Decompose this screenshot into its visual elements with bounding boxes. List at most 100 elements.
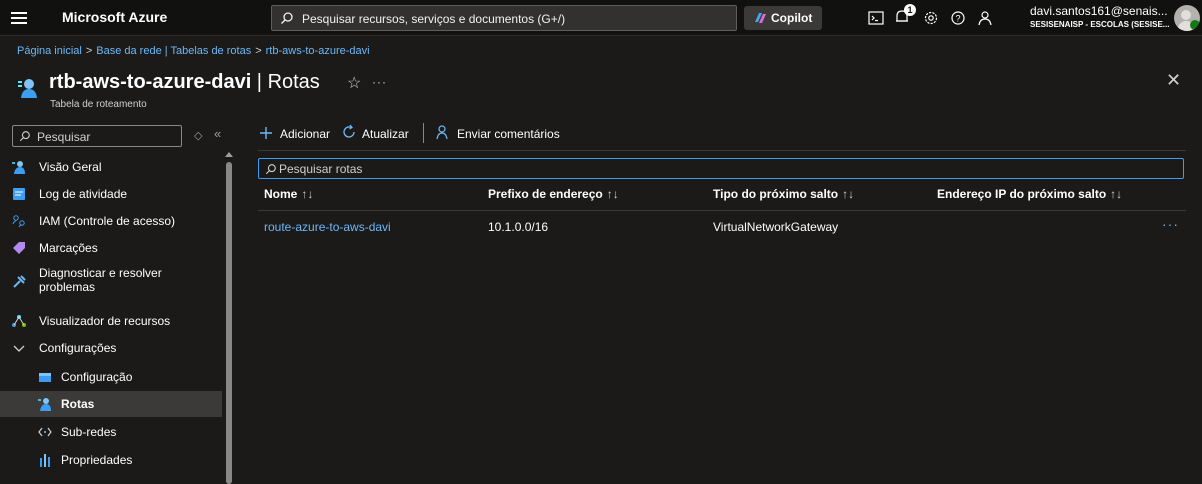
resource-type: Tabela de roteamento	[50, 99, 147, 110]
brand-title[interactable]: Microsoft Azure	[62, 9, 167, 25]
cloud-shell-icon[interactable]	[866, 8, 886, 28]
more-options-icon[interactable]: ···	[372, 75, 387, 89]
copilot-button[interactable]: Copilot	[744, 6, 822, 30]
sidebar-item-activity-log[interactable]: Log de atividade	[0, 181, 222, 207]
favorite-star-icon[interactable]: ☆	[347, 73, 361, 93]
sidebar-item-label: Visualizador de recursos	[39, 314, 171, 328]
title-separator: |	[251, 71, 268, 93]
chevron-down-icon	[13, 345, 25, 352]
sidebar-item-resource-visualizer[interactable]: Visualizador de recursos	[0, 308, 222, 334]
routes-search-placeholder: Pesquisar rotas	[279, 162, 363, 176]
add-label: Adicionar	[280, 127, 331, 141]
sidebar-item-label: Propriedades	[61, 453, 133, 467]
collapse-menu-icon[interactable]: «	[214, 126, 221, 141]
global-search-input[interactable]: Pesquisar recursos, serviços e documento…	[271, 5, 737, 31]
resource-name: rtb-aws-to-azure-davi	[49, 71, 252, 93]
refresh-label: Atualizar	[362, 127, 409, 141]
settings-gear-icon[interactable]	[921, 8, 941, 28]
sort-icon[interactable]: ↑↓	[842, 187, 854, 201]
sidebar-item-overview[interactable]: Visão Geral	[0, 154, 222, 180]
sidebar-item-label: Log de atividade	[39, 187, 128, 201]
column-header-label: Tipo do próximo salto	[713, 187, 839, 201]
copilot-icon	[755, 13, 766, 23]
user-directory[interactable]: SESISENAISP - ESCOLAS (SESISE...	[1030, 20, 1169, 29]
sidebar-group-settings[interactable]: Configurações	[0, 335, 222, 361]
sidebar-item-tags[interactable]: Marcações	[0, 235, 222, 261]
copilot-label: Copilot	[771, 11, 813, 25]
breadcrumb-separator: >	[85, 45, 93, 57]
feedback-label: Enviar comentários	[457, 127, 560, 141]
refresh-button[interactable]: Atualizar	[341, 122, 421, 146]
row-more-options-icon[interactable]: ···	[1162, 216, 1179, 232]
routes-search-input[interactable]: Pesquisar rotas	[258, 158, 1184, 179]
sidebar-item-label-line2: problemas	[39, 280, 96, 294]
scroll-up-icon[interactable]	[225, 152, 233, 157]
routes-icon	[38, 398, 51, 411]
breadcrumb: Página inicial > Base da rede | Tabelas de…	[17, 45, 370, 57]
user-name[interactable]: davi.santos161@senais...	[1030, 4, 1168, 18]
menu-icon[interactable]	[11, 10, 27, 26]
feedback-icon	[436, 125, 448, 140]
toolbar-divider-line	[258, 150, 1186, 151]
breadcrumb-route-tables[interactable]: Base da rede | Tabelas de rotas	[96, 45, 251, 57]
column-header-address-prefix[interactable]: Prefixo de endereço ↑↓	[488, 187, 619, 201]
column-header-label: Endereço IP do próximo salto	[937, 187, 1107, 201]
column-header-label: Nome	[264, 187, 298, 201]
sidebar-item-properties[interactable]: Propriedades	[0, 447, 222, 473]
table-header-separator	[258, 210, 1186, 211]
notifications-button[interactable]: 1	[893, 4, 916, 28]
refresh-icon	[343, 124, 355, 138]
next-hop-type-cell: VirtualNetworkGateway	[713, 220, 839, 234]
menu-search-input[interactable]: Pesquisar	[12, 125, 182, 147]
breadcrumb-separator: >	[255, 45, 262, 57]
sidebar-item-label: Diagnosticar e resolver	[39, 266, 162, 280]
sidebar-item-label: Marcações	[39, 241, 98, 255]
user-avatar-icon	[1177, 10, 1200, 31]
page-title: rtb-aws-to-azure-davi | Rotas	[49, 71, 320, 94]
route-name-link[interactable]: route-azure-to-aws-davi	[264, 220, 391, 234]
breadcrumb-resource[interactable]: rtb-aws-to-azure-davi	[266, 45, 370, 57]
sidebar-item-diagnose[interactable]: Diagnosticar e resolver problemas	[0, 262, 222, 302]
column-header-name[interactable]: Nome ↑↓	[264, 187, 313, 201]
send-feedback-button[interactable]: Enviar comentários	[435, 122, 560, 146]
sort-icon[interactable]: ↑↓	[607, 187, 619, 201]
sidebar-scrollbar[interactable]	[224, 152, 233, 484]
help-icon[interactable]: ?	[948, 8, 968, 28]
column-header-next-hop-type[interactable]: Tipo do próximo salto ↑↓	[713, 187, 854, 201]
column-header-next-hop-ip[interactable]: Endereço IP do próximo salto ↑↓	[937, 187, 1122, 201]
toolbar-divider	[423, 123, 424, 143]
global-search-placeholder: Pesquisar recursos, serviços e documento…	[302, 12, 566, 26]
add-button[interactable]: Adicionar	[258, 122, 344, 146]
sidebar-item-label: IAM (Controle de acesso)	[39, 214, 176, 228]
sidebar-item-configuration[interactable]: Configuração	[0, 364, 222, 390]
avatar[interactable]	[1174, 5, 1200, 31]
address-prefix-cell: 10.1.0.0/16	[488, 220, 549, 234]
plus-icon	[260, 127, 272, 139]
activity-log-icon	[13, 188, 25, 200]
breadcrumb-home[interactable]: Página inicial	[17, 45, 82, 57]
configuration-icon	[39, 373, 51, 382]
sidebar-item-subnets[interactable]: Sub-redes	[0, 419, 222, 445]
search-icon	[265, 164, 276, 175]
close-icon[interactable]: ✕	[1166, 70, 1181, 91]
sidebar-item-routes[interactable]: Rotas	[0, 391, 222, 417]
sidebar-item-label: Configuração	[61, 370, 133, 384]
menu-options-icon[interactable]: ◇	[194, 129, 202, 142]
properties-icon	[40, 454, 50, 467]
search-icon	[19, 131, 30, 142]
column-header-label: Prefixo de endereço	[488, 187, 603, 201]
sidebar-item-iam[interactable]: IAM (Controle de acesso)	[0, 208, 222, 234]
svg-text:?: ?	[955, 14, 960, 24]
scroll-thumb[interactable]	[226, 162, 232, 484]
subnets-icon	[38, 427, 52, 437]
tag-icon	[13, 242, 25, 254]
search-icon	[281, 12, 293, 24]
sort-icon[interactable]: ↑↓	[301, 187, 313, 201]
feedback-icon[interactable]	[976, 8, 996, 28]
wrench-icon	[13, 275, 26, 288]
route-table-icon	[18, 79, 37, 98]
top-bar: Microsoft Azure Pesquisar recursos, serv…	[0, 0, 1202, 36]
menu-search-placeholder: Pesquisar	[37, 130, 91, 144]
sort-icon[interactable]: ↑↓	[1110, 187, 1122, 201]
sidebar-item-label: Sub-redes	[61, 425, 117, 439]
